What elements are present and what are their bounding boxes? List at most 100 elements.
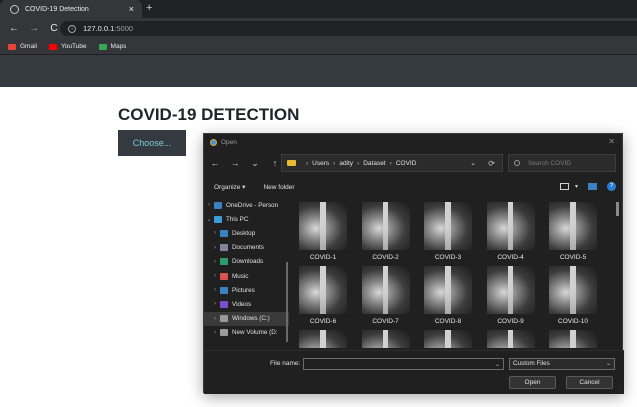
- file-item[interactable]: COVID-4: [480, 198, 542, 261]
- globe-icon: [10, 4, 19, 14]
- nav-item[interactable]: › OneDrive - Person: [204, 198, 289, 212]
- chevron-icon[interactable]: ›: [210, 245, 220, 251]
- chevron-down-icon[interactable]: ⌄: [495, 359, 500, 371]
- chevron-icon[interactable]: ›: [204, 202, 214, 208]
- address-bar[interactable]: i 127.0.0.1 :5000: [60, 21, 637, 36]
- new-folder-button[interactable]: New folder: [263, 184, 294, 191]
- xray-thumbnail: [361, 202, 410, 250]
- browser-toolbar: ← → C i 127.0.0.1 :5000: [0, 18, 637, 39]
- nav-item[interactable]: › Downloads: [204, 255, 289, 269]
- dialog-navbar: ← → ⌄ ↑ › Users › adity › Dataset › COVID ⌄ ⟳ S…: [204, 152, 624, 174]
- grid-scrollbar[interactable]: [616, 202, 619, 216]
- xray-thumbnail: [299, 202, 347, 250]
- file-item[interactable]: COVID-1: [292, 198, 354, 261]
- chevron-icon[interactable]: ›: [210, 230, 220, 236]
- nav-item[interactable]: › New Volume (D:: [204, 326, 289, 340]
- breadcrumb-segment[interactable]: adity: [339, 160, 353, 167]
- reload-icon[interactable]: C: [48, 23, 60, 34]
- file-item[interactable]: [355, 326, 417, 348]
- file-name-input[interactable]: ⌄: [303, 358, 504, 370]
- navigation-pane: › OneDrive - Person ⌄ This PC › Desktop › Docum…: [204, 198, 289, 348]
- back-icon[interactable]: ←: [8, 23, 20, 34]
- bookmark-label: YouTube: [60, 43, 87, 50]
- search-placeholder: Search COVID: [528, 159, 571, 167]
- nav-item-label: Desktop: [232, 229, 256, 237]
- file-name: COVID-4: [497, 254, 524, 261]
- file-item[interactable]: COVID-8: [417, 262, 479, 325]
- open-button[interactable]: Open: [509, 376, 556, 389]
- recent-dropdown-icon[interactable]: ⌄: [246, 158, 264, 169]
- xray-thumbnail: [549, 266, 597, 314]
- nav-item[interactable]: › Videos: [204, 297, 289, 311]
- cancel-button[interactable]: Cancel: [566, 376, 613, 389]
- videos-icon: [220, 300, 228, 308]
- search-input[interactable]: Search COVID: [508, 154, 616, 172]
- path-bar[interactable]: › Users › adity › Dataset › COVID ⌄ ⟳: [281, 154, 503, 172]
- file-item[interactable]: [292, 326, 354, 348]
- nav-item[interactable]: › Music: [204, 269, 289, 283]
- nav-item[interactable]: › Documents: [204, 241, 289, 255]
- file-type-select[interactable]: Custom Files ⌄: [509, 358, 615, 370]
- chevron-icon[interactable]: ›: [210, 301, 220, 307]
- forward-icon[interactable]: →: [226, 158, 244, 168]
- view-icon[interactable]: [559, 183, 569, 190]
- pc-icon: [214, 215, 222, 223]
- file-item[interactable]: [480, 326, 542, 348]
- view-dropdown-icon[interactable]: ▾: [575, 183, 578, 190]
- breadcrumb-segment[interactable]: COVID: [396, 160, 417, 167]
- chevron-icon[interactable]: ›: [210, 316, 220, 322]
- bookmark-maps[interactable]: Maps: [98, 43, 126, 50]
- file-item[interactable]: COVID-9: [480, 262, 542, 325]
- browser-tab[interactable]: COVID-19 Detection ×: [0, 0, 142, 18]
- file-item[interactable]: COVID-2: [355, 198, 417, 261]
- tab-close-icon[interactable]: ×: [129, 4, 134, 14]
- chevron-icon[interactable]: ›: [210, 330, 220, 336]
- forward-icon[interactable]: →: [28, 23, 40, 34]
- chevron-down-icon[interactable]: ⌄: [470, 159, 476, 167]
- breadcrumb-segment[interactable]: Users: [312, 160, 329, 167]
- onedrive-icon: [214, 201, 222, 209]
- new-tab-button[interactable]: +: [146, 2, 152, 14]
- xray-thumbnail: [549, 202, 597, 250]
- nav-scrollbar[interactable]: [286, 262, 288, 342]
- maps-icon: [98, 43, 107, 50]
- dialog-commandbar: Organize ▾ New folder ▾ ?: [204, 178, 624, 196]
- file-item[interactable]: [417, 326, 479, 348]
- chevron-icon[interactable]: ›: [210, 273, 220, 279]
- file-item[interactable]: [542, 326, 604, 348]
- file-item[interactable]: COVID-5: [542, 198, 604, 261]
- chevron-icon[interactable]: ›: [210, 259, 220, 265]
- organize-menu[interactable]: Organize ▾: [214, 183, 245, 191]
- file-item[interactable]: COVID-6: [292, 262, 354, 325]
- chevron-right-icon: ›: [389, 159, 392, 167]
- back-icon[interactable]: ←: [206, 158, 224, 168]
- dialog-footer: File name: ⌄ Custom Files ⌄ Open Cancel …: [204, 350, 624, 394]
- nav-item[interactable]: › Desktop: [204, 226, 289, 240]
- choose-file-button[interactable]: Choose...: [118, 130, 186, 156]
- url-port: :5000: [114, 24, 134, 33]
- breadcrumb-segment[interactable]: Dataset: [363, 160, 385, 167]
- desktop-icon: [220, 229, 228, 237]
- xray-thumbnail: [299, 266, 347, 314]
- help-icon[interactable]: ?: [607, 182, 616, 191]
- chevron-icon[interactable]: ›: [210, 287, 220, 293]
- file-item[interactable]: COVID-3: [417, 198, 479, 261]
- nav-item[interactable]: › Windows (C:): [204, 311, 289, 326]
- preview-pane-icon[interactable]: [588, 183, 597, 190]
- refresh-icon[interactable]: ⟳: [488, 159, 495, 168]
- nav-item[interactable]: ⌄ This PC: [204, 212, 289, 226]
- dialog-close-icon[interactable]: ✕: [608, 137, 615, 146]
- chevron-down-icon: ⌄: [605, 361, 611, 367]
- documents-icon: [220, 244, 228, 252]
- nav-item[interactable]: › Pictures: [204, 283, 289, 297]
- resize-grip-icon[interactable]: ⋰: [617, 386, 622, 392]
- bookmark-youtube[interactable]: YouTube: [48, 43, 87, 50]
- search-icon: [514, 160, 520, 166]
- file-item[interactable]: COVID-7: [355, 262, 417, 325]
- info-icon[interactable]: i: [68, 24, 76, 33]
- file-open-dialog: Open ✕ ← → ⌄ ↑ › Users › adity › Dataset › COV…: [203, 133, 624, 394]
- chevron-icon[interactable]: ⌄: [204, 216, 214, 223]
- bookmark-gmail[interactable]: Gmail: [8, 43, 37, 50]
- file-item[interactable]: COVID-10: [542, 262, 604, 325]
- file-name-label: File name:: [270, 360, 301, 367]
